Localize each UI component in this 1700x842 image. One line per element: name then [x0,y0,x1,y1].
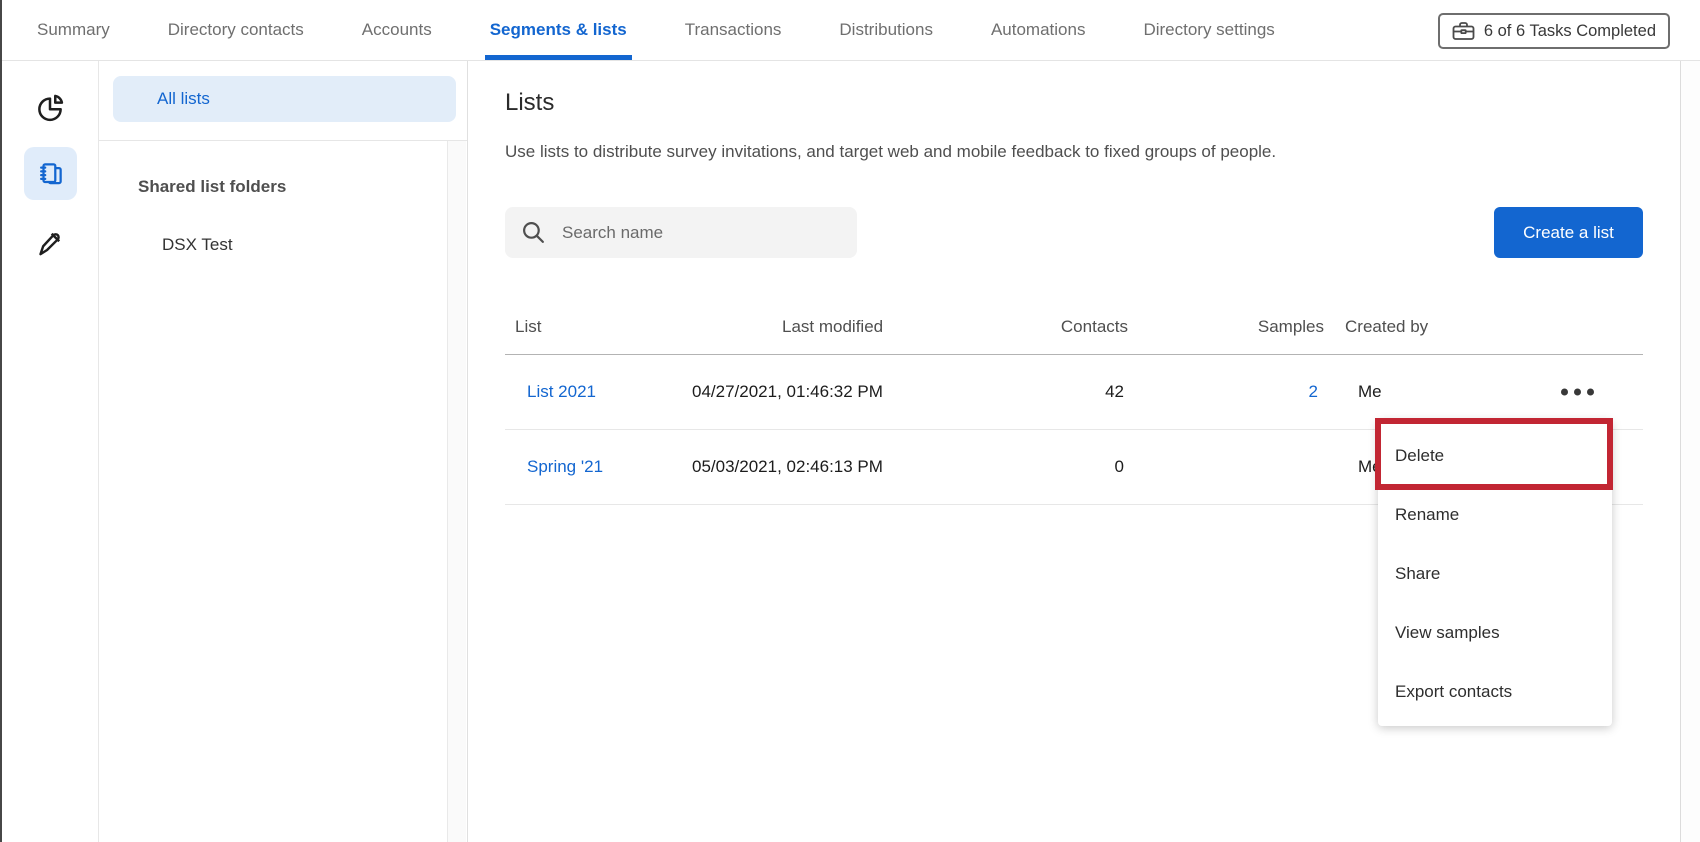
column-header-created-by: Created by [1345,317,1428,337]
window-left-edge [0,0,2,842]
samples-link[interactable]: 2 [1309,382,1318,401]
pie-chart-icon [34,90,66,122]
directory-page: Summary Directory contacts Accounts Segm… [0,0,1700,842]
contacts-value: 42 [1105,382,1124,402]
tab-automations[interactable]: Automations [962,0,1115,60]
row-actions-ellipsis-button[interactable] [1557,385,1598,400]
column-header-last-modified: Last modified [782,317,883,337]
table-row: List 2021 04/27/2021, 01:46:32 PM 42 2 M… [505,355,1643,430]
attributes-nav-button[interactable] [31,224,67,260]
page-title: Lists [505,89,554,117]
column-header-list: List [515,317,541,337]
tab-transactions[interactable]: Transactions [656,0,811,60]
tab-distributions[interactable]: Distributions [810,0,962,60]
tasks-completed-label: 6 of 6 Tasks Completed [1484,22,1656,41]
directories-icon [36,159,66,189]
sidebar-scrollbar-gutter[interactable] [447,141,466,842]
top-navbar: Summary Directory contacts Accounts Segm… [0,0,1700,61]
lists-sidebar: All lists Shared list folders DSX Test [99,61,468,842]
last-modified-value: 05/03/2021, 02:46:13 PM [692,457,883,477]
left-icon-rail [2,61,99,842]
menu-item-rename[interactable]: Rename [1378,485,1612,544]
menu-item-view-samples[interactable]: View samples [1378,603,1612,662]
eyedropper-icon [32,225,66,259]
menu-item-delete[interactable]: Delete [1378,426,1612,485]
sidebar-item-all-lists[interactable]: All lists [113,76,456,122]
created-by-value: Me [1358,382,1382,402]
menu-item-share[interactable]: Share [1378,544,1612,603]
contacts-value: 0 [1115,457,1124,477]
shared-list-folders-heading: Shared list folders [138,177,286,197]
page-description: Use lists to distribute survey invitatio… [505,142,1276,162]
briefcase-icon [1452,21,1475,41]
search-box[interactable] [505,207,857,258]
last-modified-value: 04/27/2021, 01:46:32 PM [692,382,883,402]
sidebar-item-dsx-test[interactable]: DSX Test [162,235,233,255]
page-scrollbar[interactable] [1680,61,1700,842]
tasks-completed-badge[interactable]: 6 of 6 Tasks Completed [1438,13,1670,49]
search-icon [521,220,546,245]
table-header-row: List Last modified Contacts Samples Crea… [505,299,1643,355]
list-name-link[interactable]: List 2021 [527,382,596,401]
all-lists-label: All lists [113,76,456,122]
tab-directory-settings[interactable]: Directory settings [1114,0,1303,60]
segments-nav-button[interactable] [33,89,67,123]
tab-summary[interactable]: Summary [8,0,139,60]
tab-directory-contacts[interactable]: Directory contacts [139,0,333,60]
create-a-list-button[interactable]: Create a list [1494,207,1643,258]
sidebar-divider [99,140,467,141]
list-name-link[interactable]: Spring '21 [527,457,603,476]
lists-nav-button[interactable] [24,147,77,200]
search-input[interactable] [562,223,812,243]
tab-segments-and-lists[interactable]: Segments & lists [461,0,656,60]
menu-item-export-contacts[interactable]: Export contacts [1378,662,1612,721]
column-header-contacts: Contacts [1061,317,1128,337]
tab-accounts[interactable]: Accounts [333,0,461,60]
row-actions-context-menu: Delete Rename Share View samples Export … [1378,420,1612,726]
column-header-samples: Samples [1258,317,1324,337]
